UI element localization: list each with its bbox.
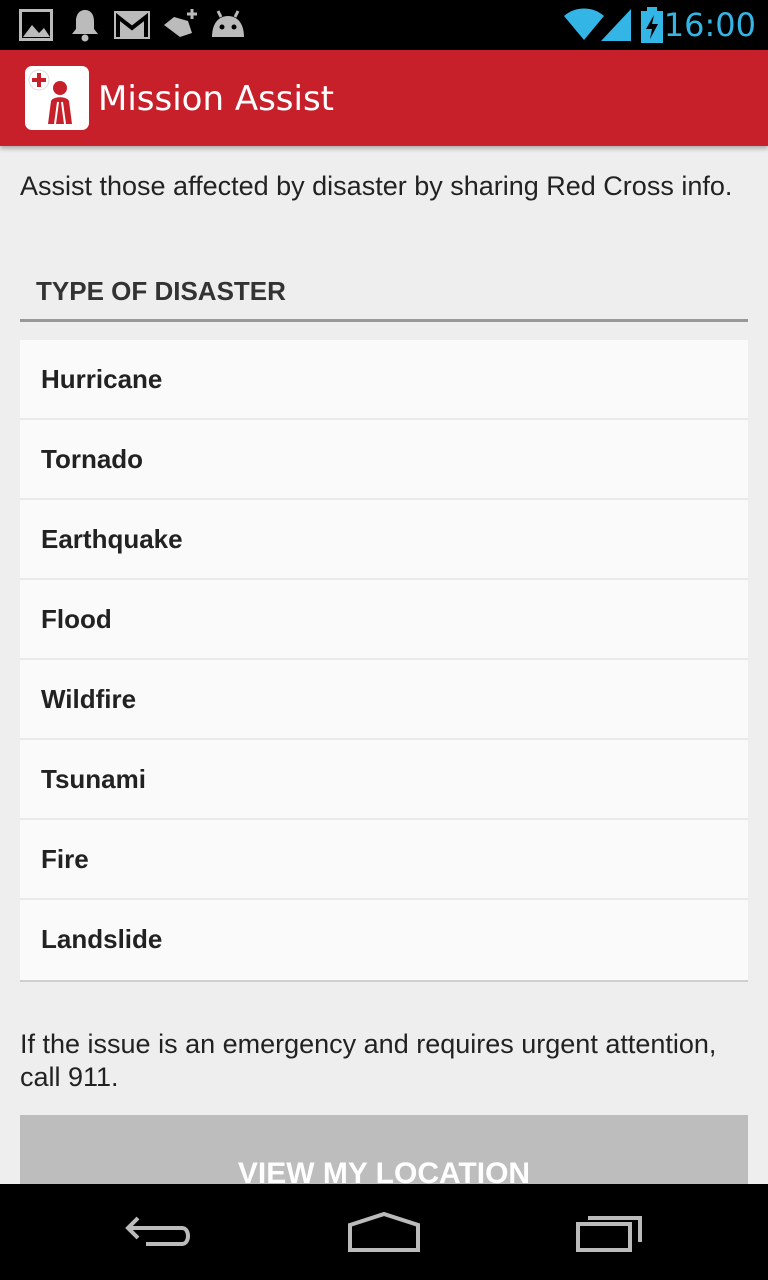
notification-bell-icon [69, 8, 101, 47]
list-item-label: Tsunami [41, 764, 146, 794]
action-bar: Mission Assist [0, 50, 768, 146]
emergency-notice: If the issue is an emergency and require… [20, 1029, 717, 1092]
list-item-label: Flood [41, 604, 112, 634]
list-item-label: Tornado [41, 444, 144, 474]
view-my-location-button[interactable]: VIEW MY LOCATION [20, 1115, 748, 1184]
back-icon[interactable] [116, 1208, 206, 1256]
recent-apps-icon[interactable] [566, 1208, 656, 1256]
navigation-bar [0, 1184, 768, 1280]
gmail-icon [114, 11, 150, 44]
list-item-landslide[interactable]: Landslide [20, 900, 748, 980]
list-item-label: Hurricane [41, 364, 163, 394]
list-item-label: Wildfire [41, 684, 137, 714]
list-item-earthquake[interactable]: Earthquake [20, 500, 748, 580]
list-item-flood[interactable]: Flood [20, 580, 748, 660]
app-logo-icon[interactable] [25, 66, 89, 130]
list-item-tsunami[interactable]: Tsunami [20, 740, 748, 820]
signal-icon [600, 8, 632, 47]
wifi-icon [563, 7, 605, 46]
android-icon [209, 9, 247, 44]
list-item-label: Fire [41, 844, 89, 874]
list-item-fire[interactable]: Fire [20, 820, 748, 900]
battery-charging-icon [640, 7, 664, 48]
list-item-tornado[interactable]: Tornado [20, 420, 748, 500]
home-icon[interactable] [339, 1208, 429, 1256]
section-header: TYPE OF DISASTER [20, 272, 748, 322]
gallery-icon [19, 9, 53, 46]
main-content[interactable]: Assist those affected by disaster by sha… [0, 146, 768, 1184]
list-item-wildfire[interactable]: Wildfire [20, 660, 748, 740]
disaster-type-list: Hurricane Tornado Earthquake Flood Wildf… [20, 340, 748, 982]
clock: 16:00 [663, 6, 756, 44]
app-update-icon [162, 7, 200, 46]
list-item-hurricane[interactable]: Hurricane [20, 340, 748, 420]
status-bar: 16:00 [0, 0, 768, 50]
list-item-label: Earthquake [41, 524, 183, 554]
app-title: Mission Assist [98, 79, 334, 119]
list-item-label: Landslide [41, 924, 163, 954]
intro-text: Assist those affected by disaster by sha… [20, 171, 733, 201]
section-header-label: TYPE OF DISASTER [36, 276, 286, 306]
